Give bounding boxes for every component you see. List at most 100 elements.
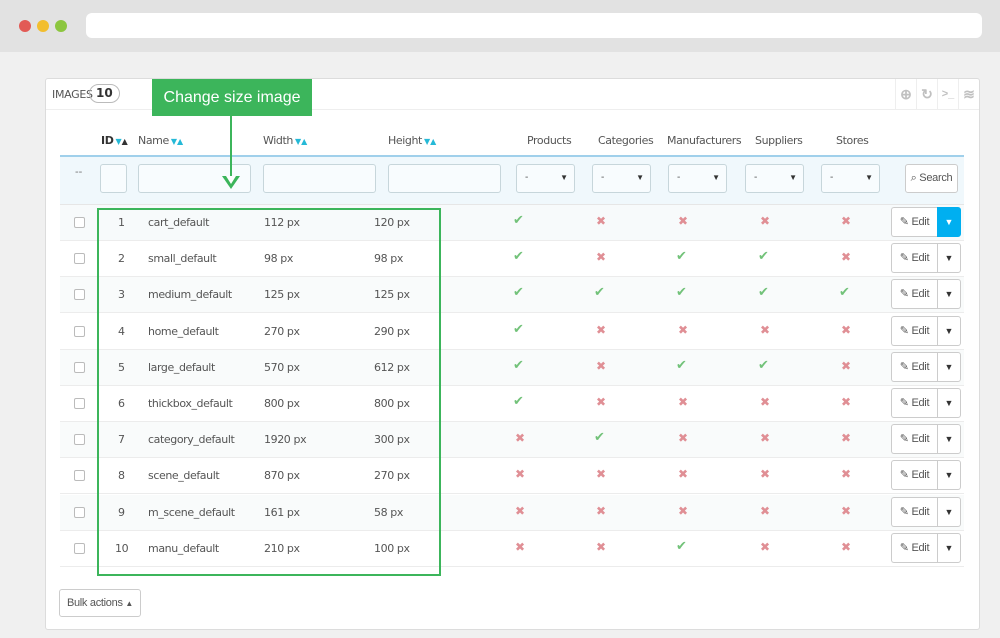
browser-chrome bbox=[0, 0, 1000, 52]
cross-icon: ✖ bbox=[760, 539, 771, 554]
cross-icon: ✖ bbox=[678, 214, 689, 228]
callout-label: Change size image bbox=[152, 79, 312, 116]
row-checkbox[interactable] bbox=[74, 542, 85, 554]
cross-icon: ✖ bbox=[678, 503, 689, 518]
row-actions-dropdown-button[interactable]: ▼ bbox=[937, 351, 961, 382]
filter-suppliers-select[interactable]: - ▼ bbox=[745, 164, 804, 193]
filter-width-input[interactable] bbox=[263, 164, 376, 193]
pencil-icon: ✎ bbox=[899, 288, 912, 301]
address-bar[interactable] bbox=[86, 13, 982, 38]
column-header-height[interactable]: Height ▼▲ bbox=[388, 134, 436, 147]
edit-button[interactable]: ✎ Edit bbox=[891, 496, 937, 527]
sort-arrows-icon[interactable]: ▼▲ bbox=[424, 137, 436, 146]
sort-arrows-icon[interactable]: ▼▲ bbox=[115, 137, 127, 146]
check-icon: ✔ bbox=[676, 249, 687, 265]
edit-button[interactable]: ✎ Edit bbox=[891, 207, 937, 237]
filter-categories-select[interactable]: - ▼ bbox=[592, 164, 651, 193]
cross-icon: ✖ bbox=[760, 395, 771, 409]
panel-title: IMAGES bbox=[52, 88, 93, 101]
row-actions: ✎ Edit ▼ bbox=[891, 279, 961, 310]
row-actions-dropdown-button[interactable]: ▼ bbox=[937, 243, 961, 274]
cross-icon: ✖ bbox=[760, 467, 771, 482]
sort-arrows-icon[interactable]: ▼▲ bbox=[295, 137, 307, 146]
column-header-id[interactable]: ID ▼▲ bbox=[101, 134, 128, 147]
sort-arrows-icon[interactable]: ▼▲ bbox=[171, 137, 183, 146]
pencil-icon: ✎ bbox=[899, 433, 912, 446]
filter-id-input[interactable] bbox=[100, 164, 127, 193]
filter-products-select[interactable]: - ▼ bbox=[516, 164, 575, 193]
row-actions: ✎ Edit ▼ bbox=[891, 315, 961, 346]
check-icon: ✔ bbox=[758, 285, 769, 301]
bulk-actions-button[interactable]: Bulk actions ▲ bbox=[59, 589, 141, 617]
column-header-width[interactable]: Width ▼▲ bbox=[263, 134, 307, 147]
search-icon: ⌕ bbox=[910, 172, 917, 184]
cross-icon: ✖ bbox=[596, 358, 607, 373]
edit-button[interactable]: ✎ Edit bbox=[891, 424, 937, 455]
row-checkbox[interactable] bbox=[74, 217, 85, 228]
row-actions: ✎ Edit ▼ bbox=[891, 243, 961, 274]
row-checkbox[interactable] bbox=[74, 398, 85, 409]
caret-down-icon: ▼ bbox=[636, 173, 644, 182]
terminal-icon[interactable]: >_ bbox=[937, 79, 958, 110]
column-header-products: Products bbox=[527, 134, 572, 147]
check-icon: ✔ bbox=[513, 249, 524, 265]
row-checkbox[interactable] bbox=[74, 289, 85, 301]
row-checkbox[interactable] bbox=[74, 253, 85, 265]
caret-down-icon: ▼ bbox=[712, 173, 720, 182]
edit-button[interactable]: ✎ Edit bbox=[891, 243, 937, 274]
row-actions: ✎ Edit ▼ bbox=[891, 496, 961, 527]
row-checkbox[interactable] bbox=[74, 506, 85, 518]
edit-button[interactable]: ✎ Edit bbox=[891, 532, 937, 563]
cross-icon: ✖ bbox=[841, 250, 852, 265]
row-actions-dropdown-button[interactable]: ▼ bbox=[937, 496, 961, 527]
edit-button[interactable]: ✎ Edit bbox=[891, 279, 937, 310]
row-checkbox[interactable] bbox=[74, 470, 85, 482]
pencil-icon: ✎ bbox=[899, 252, 912, 265]
pencil-icon: ✎ bbox=[899, 324, 912, 337]
refresh-icon[interactable]: ↻ bbox=[916, 79, 937, 110]
caret-down-icon: ▼ bbox=[560, 173, 568, 182]
filter-height-input[interactable] bbox=[388, 164, 501, 193]
close-window-dot[interactable] bbox=[19, 20, 31, 32]
toolbar-icons: ⊕ ↻ >_ ≋ bbox=[895, 79, 979, 110]
edit-button[interactable]: ✎ Edit bbox=[891, 315, 937, 346]
database-icon[interactable]: ≋ bbox=[958, 79, 979, 110]
pencil-icon: ✎ bbox=[899, 505, 912, 518]
cross-icon: ✖ bbox=[760, 431, 771, 446]
pencil-icon: ✎ bbox=[899, 216, 912, 228]
check-icon: ✔ bbox=[513, 321, 524, 337]
pencil-icon: ✎ bbox=[899, 469, 912, 482]
maximize-window-dot[interactable] bbox=[55, 20, 67, 32]
row-checkbox[interactable] bbox=[74, 361, 85, 373]
row-actions-dropdown-button[interactable]: ▼ bbox=[937, 279, 961, 310]
column-header-name[interactable]: Name ▼▲ bbox=[138, 134, 183, 147]
row-actions-dropdown-button[interactable]: ▼ bbox=[937, 460, 961, 491]
filter-manufacturers-select[interactable]: - ▼ bbox=[668, 164, 727, 193]
edit-button[interactable]: ✎ Edit bbox=[891, 388, 937, 418]
filter-stores-select[interactable]: - ▼ bbox=[821, 164, 880, 193]
check-icon: ✔ bbox=[758, 249, 769, 265]
row-actions-dropdown-button[interactable]: ▼ bbox=[937, 532, 961, 563]
row-actions-dropdown-button[interactable]: ▼ bbox=[937, 388, 961, 418]
minimize-window-dot[interactable] bbox=[37, 20, 49, 32]
check-icon: ✔ bbox=[676, 285, 687, 301]
edit-button[interactable]: ✎ Edit bbox=[891, 460, 937, 491]
row-checkbox[interactable] bbox=[74, 434, 85, 446]
row-checkbox[interactable] bbox=[74, 325, 85, 337]
row-actions: ✎ Edit ▼ bbox=[891, 351, 961, 382]
cross-icon: ✖ bbox=[596, 250, 607, 265]
row-actions: ✎ Edit ▼ bbox=[891, 388, 961, 418]
filter-dash: -- bbox=[75, 166, 83, 178]
cross-icon: ✖ bbox=[841, 322, 852, 337]
count-badge: 10 bbox=[89, 84, 120, 103]
search-button[interactable]: ⌕ Search bbox=[905, 164, 958, 193]
cross-icon: ✖ bbox=[841, 539, 852, 554]
row-actions-dropdown-button[interactable]: ▼ bbox=[937, 315, 961, 346]
cross-icon: ✖ bbox=[760, 503, 771, 518]
add-icon[interactable]: ⊕ bbox=[895, 79, 916, 110]
check-icon: ✔ bbox=[513, 213, 524, 228]
row-actions-dropdown-button[interactable]: ▼ bbox=[937, 424, 961, 455]
cross-icon: ✖ bbox=[841, 431, 852, 446]
row-actions-dropdown-button[interactable]: ▼ bbox=[937, 207, 961, 237]
edit-button[interactable]: ✎ Edit bbox=[891, 351, 937, 382]
